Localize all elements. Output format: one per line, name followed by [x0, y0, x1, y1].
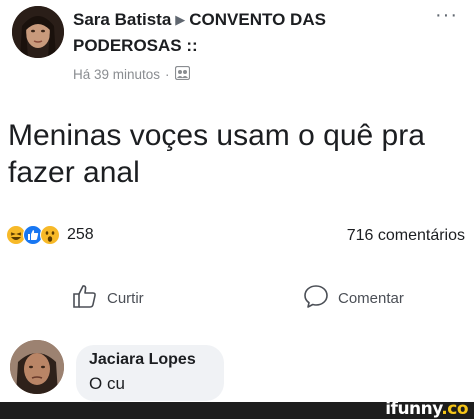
comment-text: O cu: [89, 374, 125, 393]
thumbs-up-icon: [72, 283, 98, 313]
post-meta: Há 39 minutos ·: [73, 65, 190, 83]
commenter-name[interactable]: Jaciara Lopes: [89, 351, 196, 369]
wow-reaction-icon: [40, 225, 60, 245]
post-text-line: Meninas voçes usam o quê pra: [8, 119, 425, 152]
group-privacy-icon: [174, 65, 190, 83]
group-name-continued[interactable]: PODEROSAS ::: [73, 36, 198, 56]
watermark-bar: ifunny.co: [0, 399, 474, 419]
dot-separator: ·: [165, 67, 170, 82]
facebook-post-screenshot: Sara Batista ▶ CONVENTO DAS PODEROSAS :: H…: [0, 0, 474, 419]
arrow-right-icon: ▶: [175, 12, 186, 27]
ifunny-watermark: ifunny.co: [385, 399, 468, 419]
author-avatar[interactable]: [12, 6, 64, 58]
post-time[interactable]: Há 39 minutos: [73, 67, 160, 82]
comment-bubble: Jaciara Lopes O cu: [76, 345, 224, 401]
like-button[interactable]: Curtir: [72, 283, 144, 313]
comment-button[interactable]: Comentar: [303, 283, 404, 313]
post-header: Sara Batista ▶ CONVENTO DAS: [73, 10, 413, 31]
post-text: Meninas voçes usam o quê pra fazer anal: [8, 117, 470, 191]
author-name[interactable]: Sara Batista: [73, 10, 171, 29]
post-text-line: fazer anal: [8, 156, 140, 189]
group-name[interactable]: CONVENTO DAS: [189, 10, 326, 29]
comment-button-label: Comentar: [338, 289, 404, 307]
reaction-count: 258: [67, 226, 94, 243]
reactions-summary[interactable]: 258: [6, 225, 94, 245]
comments-count[interactable]: 716 comentários: [347, 227, 465, 245]
comment-bubble-icon: [303, 283, 329, 313]
more-options-button[interactable]: ···: [435, 4, 458, 27]
like-button-label: Curtir: [107, 289, 144, 307]
commenter-avatar[interactable]: [10, 340, 64, 394]
